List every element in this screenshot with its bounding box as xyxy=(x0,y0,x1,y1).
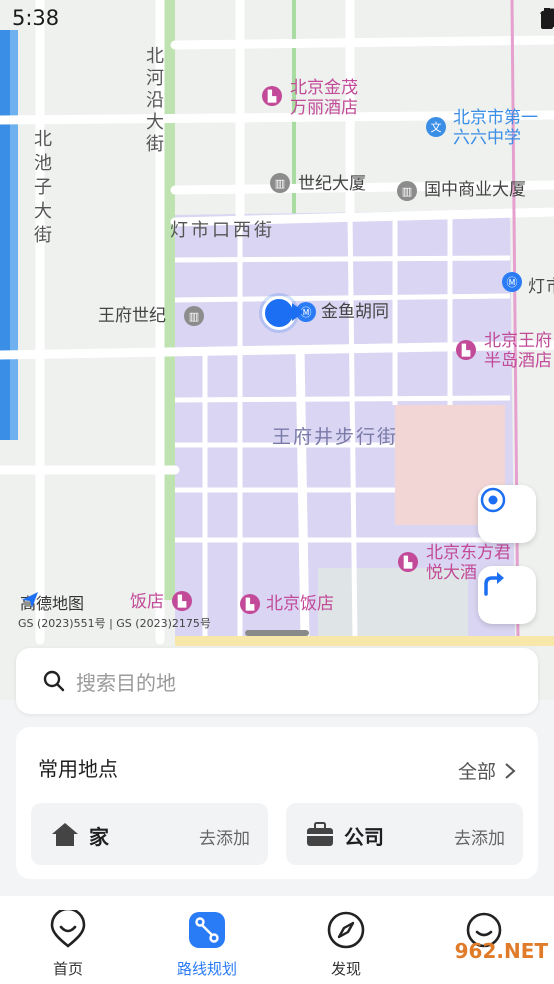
poi-oriental-line1: 北京东方君 xyxy=(426,543,511,563)
view-all-label: 全部 xyxy=(457,761,496,783)
locate-me-button[interactable] xyxy=(478,485,536,543)
compass-icon xyxy=(327,911,365,949)
status-time: 5:38 xyxy=(12,6,60,30)
route-button[interactable] xyxy=(478,566,536,624)
watermark: 962.NET xyxy=(454,939,548,963)
hotel-pin-icon[interactable]: ▙ xyxy=(398,552,418,572)
poi-peninsula-line2: 半岛酒店 xyxy=(484,351,552,371)
home-label: 家 xyxy=(89,825,109,849)
street-label-beiheyan: 北河沿大街 xyxy=(146,46,165,155)
poi-guozhong[interactable]: 国中商业大厦 xyxy=(424,180,526,200)
home-add-label: 去添加 xyxy=(199,829,250,849)
view-all-button[interactable]: 全部 xyxy=(458,757,516,784)
home-icon xyxy=(52,823,78,846)
route-tab-icon xyxy=(189,912,225,948)
poi-no166[interactable]: 北京市第一 六六中学 xyxy=(453,108,538,148)
current-location-marker xyxy=(262,296,296,330)
company-label: 公司 xyxy=(344,825,384,849)
map-brand: 高德地图 xyxy=(20,590,84,614)
battery-icon xyxy=(541,8,553,29)
map-license-text: GS (2023)551号 | GS (2023)2175号 xyxy=(18,617,211,630)
street-label-dengshikou: 灯市口西街 xyxy=(170,220,275,241)
poi-peninsula[interactable]: 北京王府 半岛酒店 xyxy=(484,331,552,371)
frequent-places-title: 常用地点 xyxy=(38,757,118,781)
hotel-pin-icon[interactable]: ▙ xyxy=(172,591,192,611)
heading-arrow-icon xyxy=(292,303,304,321)
turn-right-arrow-icon xyxy=(484,572,504,596)
poi-jinyu[interactable]: 金鱼胡同 xyxy=(321,302,389,322)
building-pin-icon[interactable]: ▥ xyxy=(184,306,204,326)
search-bar[interactable]: 搜索目的地 xyxy=(16,648,538,714)
search-placeholder: 搜索目的地 xyxy=(76,670,176,695)
amap-logo-icon xyxy=(22,592,38,608)
search-icon xyxy=(43,670,65,692)
poi-wangfushiji[interactable]: 王府世纪 xyxy=(98,306,166,326)
street-label-dengshi-short: 灯市 xyxy=(528,277,554,297)
status-bar: 5:38 xyxy=(0,0,554,38)
home-place-button[interactable]: 家 去添加 xyxy=(31,803,268,865)
poi-no166-line2: 六六中学 xyxy=(453,128,521,148)
frequent-places-card: 常用地点 全部 家 去添加 公司 去添加 xyxy=(16,727,538,879)
hotel-pin-icon[interactable]: ▙ xyxy=(262,86,282,106)
locate-icon xyxy=(480,487,506,513)
tab-home-label: 首页 xyxy=(52,960,83,978)
school-pin-icon[interactable]: 文 xyxy=(426,117,446,137)
hotel-pin-icon[interactable]: ▙ xyxy=(240,594,260,614)
poi-beijing-hotel[interactable]: 北京饭店 xyxy=(266,594,334,614)
home-tab-icon xyxy=(50,907,86,948)
poi-hotel-left[interactable]: 饭店 xyxy=(130,592,164,612)
poi-shiji-dasha[interactable]: 世纪大厦 xyxy=(298,174,366,194)
building-pin-icon[interactable]: ▥ xyxy=(397,181,417,201)
tab-discover[interactable]: 发现 xyxy=(296,910,396,979)
poi-jinmao-line1: 北京金茂 xyxy=(290,78,358,98)
metro-pin-icon[interactable]: Ⓜ xyxy=(502,272,522,292)
tab-home[interactable]: 首页 xyxy=(18,907,118,979)
poi-jinmao[interactable]: 北京金茂 万丽酒店 xyxy=(290,78,358,118)
drag-handle[interactable] xyxy=(245,630,309,636)
hotel-pin-icon[interactable]: ▙ xyxy=(456,340,476,360)
tab-route[interactable]: 路线规划 xyxy=(157,910,257,979)
poi-no166-line1: 北京市第一 xyxy=(453,108,538,128)
street-label-beichizi: 北池子大街 xyxy=(34,129,53,246)
building-pin-icon[interactable]: ▥ xyxy=(270,173,290,193)
briefcase-icon xyxy=(307,822,333,846)
poi-jinmao-line2: 万丽酒店 xyxy=(290,98,358,118)
tab-discover-label: 发现 xyxy=(330,960,361,978)
company-add-label: 去添加 xyxy=(454,829,505,849)
chevron-right-icon xyxy=(505,762,516,779)
street-label-wangfujing: 王府井步行街 xyxy=(272,426,399,448)
map-view[interactable]: 5:38 北河沿大街 北池子大街 灯市口西街 王府井步行街 灯市 ▙ 北京金茂 … xyxy=(0,0,554,700)
tab-route-label: 路线规划 xyxy=(176,960,237,978)
company-place-button[interactable]: 公司 去添加 xyxy=(286,803,523,865)
poi-peninsula-line1: 北京王府 xyxy=(484,331,552,351)
